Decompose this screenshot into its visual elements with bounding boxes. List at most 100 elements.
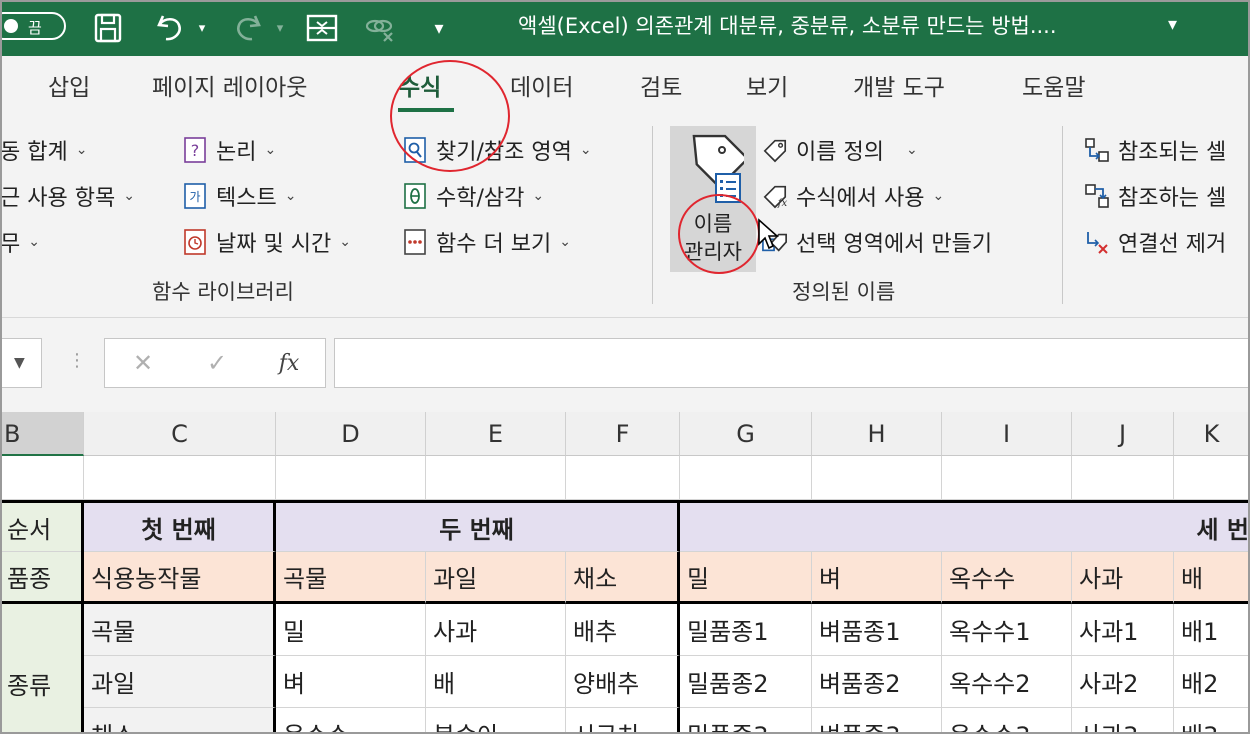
cell[interactable] bbox=[680, 456, 812, 500]
tab-page-layout[interactable]: 페이지 레이아웃 bbox=[152, 68, 307, 108]
formula-input[interactable] bbox=[334, 338, 1250, 388]
cell-kind-label[interactable]: 품종 bbox=[0, 552, 84, 604]
cell[interactable]: 옥수수 bbox=[276, 708, 426, 734]
cell-order-label[interactable]: 순서 bbox=[0, 500, 84, 552]
cell[interactable]: 사과3 bbox=[1072, 708, 1174, 734]
cell[interactable]: 배1 bbox=[1174, 604, 1250, 656]
more-functions-button[interactable]: 함수 더 보기 ⌄ bbox=[402, 224, 571, 260]
tab-help[interactable]: 도움말 bbox=[1022, 68, 1085, 108]
column-header-g[interactable]: G bbox=[680, 412, 812, 456]
autosum-button[interactable]: 동 합계 ⌄ bbox=[0, 132, 87, 168]
define-name-button[interactable]: 이름 정의 ⌄ bbox=[762, 132, 918, 168]
cell[interactable]: 채소 bbox=[566, 552, 680, 604]
cell[interactable]: 밀품종2 bbox=[680, 656, 812, 708]
name-box-dropdown-icon[interactable]: ▼ bbox=[14, 355, 25, 371]
freeze-panes-icon[interactable] bbox=[302, 0, 342, 56]
name-box[interactable]: ▼ bbox=[0, 338, 42, 388]
cell-type-group[interactable]: 종류 bbox=[0, 604, 84, 734]
cell[interactable] bbox=[276, 456, 426, 500]
tab-review[interactable]: 검토 bbox=[640, 68, 682, 108]
title-dropdown-icon[interactable]: ▾ bbox=[1168, 14, 1177, 35]
cell[interactable] bbox=[942, 456, 1072, 500]
cell[interactable]: 채소 bbox=[84, 708, 276, 734]
cell[interactable] bbox=[566, 456, 680, 500]
cell[interactable]: 복숭아 bbox=[426, 708, 566, 734]
text-button[interactable]: 가 텍스트 ⌄ bbox=[182, 178, 296, 214]
cell[interactable]: 사과 bbox=[426, 604, 566, 656]
name-manager-button[interactable]: 이름 관리자 bbox=[670, 126, 756, 272]
cell-second-level[interactable]: 두 번째 bbox=[276, 500, 680, 552]
cell[interactable] bbox=[1072, 456, 1174, 500]
cell[interactable] bbox=[1174, 456, 1250, 500]
column-header-c[interactable]: C bbox=[84, 412, 276, 456]
column-header-b[interactable]: B bbox=[0, 412, 84, 456]
cell[interactable]: 배3 bbox=[1174, 708, 1250, 734]
remove-arrows-button[interactable]: 연결선 제거 bbox=[1084, 224, 1226, 260]
cell[interactable]: 밀 bbox=[680, 552, 812, 604]
create-from-selection-button[interactable]: 선택 영역에서 만들기 bbox=[762, 224, 992, 260]
lookup-reference-button[interactable]: 찾기/참조 영역 ⌄ bbox=[402, 132, 592, 168]
cell[interactable] bbox=[812, 456, 942, 500]
undo-dropdown-icon[interactable]: ▾ bbox=[192, 0, 212, 56]
cell[interactable]: 벼품종2 bbox=[812, 656, 942, 708]
cell[interactable]: 벼 bbox=[276, 656, 426, 708]
column-header-i[interactable]: I bbox=[942, 412, 1072, 456]
cell[interactable]: 배추 bbox=[566, 604, 680, 656]
column-header-k[interactable]: K bbox=[1174, 412, 1250, 456]
tab-insert[interactable]: 삽입 bbox=[48, 68, 90, 108]
cell[interactable]: 과일 bbox=[84, 656, 276, 708]
cell[interactable]: 곡물 bbox=[276, 552, 426, 604]
cell-first-level[interactable]: 첫 번째 bbox=[84, 500, 276, 552]
column-header-f[interactable]: F bbox=[566, 412, 680, 456]
cell[interactable]: 배 bbox=[426, 656, 566, 708]
math-trig-button[interactable]: 수학/삼각 ⌄ bbox=[402, 178, 544, 214]
cancel-icon[interactable]: ✕ bbox=[123, 345, 163, 381]
cell[interactable]: 옥수수2 bbox=[942, 656, 1072, 708]
formula-bar-resize-handle[interactable]: ⋮ bbox=[68, 350, 86, 371]
cell-third-level[interactable]: 세 번 bbox=[680, 500, 1250, 552]
use-in-formula-button[interactable]: fx 수식에서 사용 ⌄ bbox=[762, 178, 944, 214]
column-header-h[interactable]: H bbox=[812, 412, 942, 456]
cell[interactable]: 벼품종1 bbox=[812, 604, 942, 656]
cell[interactable]: 배 bbox=[1174, 552, 1250, 604]
financial-button[interactable]: 무 ⌄ bbox=[0, 224, 40, 260]
cell[interactable]: 시금치 bbox=[566, 708, 680, 734]
trace-dependents-button[interactable]: 참조하는 셀 bbox=[1084, 178, 1226, 214]
column-header-j[interactable]: J bbox=[1072, 412, 1174, 456]
date-time-button[interactable]: 날짜 및 시간 ⌄ bbox=[182, 224, 351, 260]
undo-icon[interactable] bbox=[150, 0, 190, 56]
tab-view[interactable]: 보기 bbox=[746, 68, 788, 108]
tab-formulas[interactable]: 수식 bbox=[399, 68, 441, 108]
save-icon[interactable] bbox=[88, 0, 128, 56]
cell[interactable]: 사과1 bbox=[1072, 604, 1174, 656]
cell[interactable]: 양배추 bbox=[566, 656, 680, 708]
recently-used-button[interactable]: 근 사용 항목 ⌄ bbox=[0, 178, 135, 214]
cell[interactable]: 벼품종3 bbox=[812, 708, 942, 734]
cell[interactable]: 사과2 bbox=[1072, 656, 1174, 708]
insert-function-icon[interactable]: fx bbox=[269, 345, 309, 381]
cell[interactable]: 과일 bbox=[426, 552, 566, 604]
cell[interactable] bbox=[426, 456, 566, 500]
cell[interactable]: 배2 bbox=[1174, 656, 1250, 708]
column-header-e[interactable]: E bbox=[426, 412, 566, 456]
cell[interactable]: 사과 bbox=[1072, 552, 1174, 604]
cell[interactable]: 밀품종3 bbox=[680, 708, 812, 734]
enter-icon[interactable]: ✓ bbox=[197, 345, 237, 381]
cell[interactable]: 곡물 bbox=[84, 604, 276, 656]
column-header-d[interactable]: D bbox=[276, 412, 426, 456]
logical-button[interactable]: ? 논리 ⌄ bbox=[182, 132, 276, 168]
tab-data[interactable]: 데이터 bbox=[510, 68, 573, 108]
autosave-toggle[interactable]: 끔 bbox=[0, 12, 66, 40]
cell[interactable]: 벼 bbox=[812, 552, 942, 604]
trace-precedents-button[interactable]: 참조되는 셀 bbox=[1084, 132, 1226, 168]
cell[interactable]: 옥수수1 bbox=[942, 604, 1072, 656]
cell[interactable]: 옥수수3 bbox=[942, 708, 1072, 734]
cell[interactable]: 밀품종1 bbox=[680, 604, 812, 656]
cell[interactable]: 밀 bbox=[276, 604, 426, 656]
tab-developer[interactable]: 개발 도구 bbox=[853, 68, 945, 108]
cell[interactable] bbox=[0, 456, 84, 500]
cell[interactable] bbox=[84, 456, 276, 500]
cell[interactable]: 옥수수 bbox=[942, 552, 1072, 604]
cell[interactable]: 식용농작물 bbox=[84, 552, 276, 604]
customize-toolbar-icon[interactable]: ▾ bbox=[424, 0, 454, 56]
